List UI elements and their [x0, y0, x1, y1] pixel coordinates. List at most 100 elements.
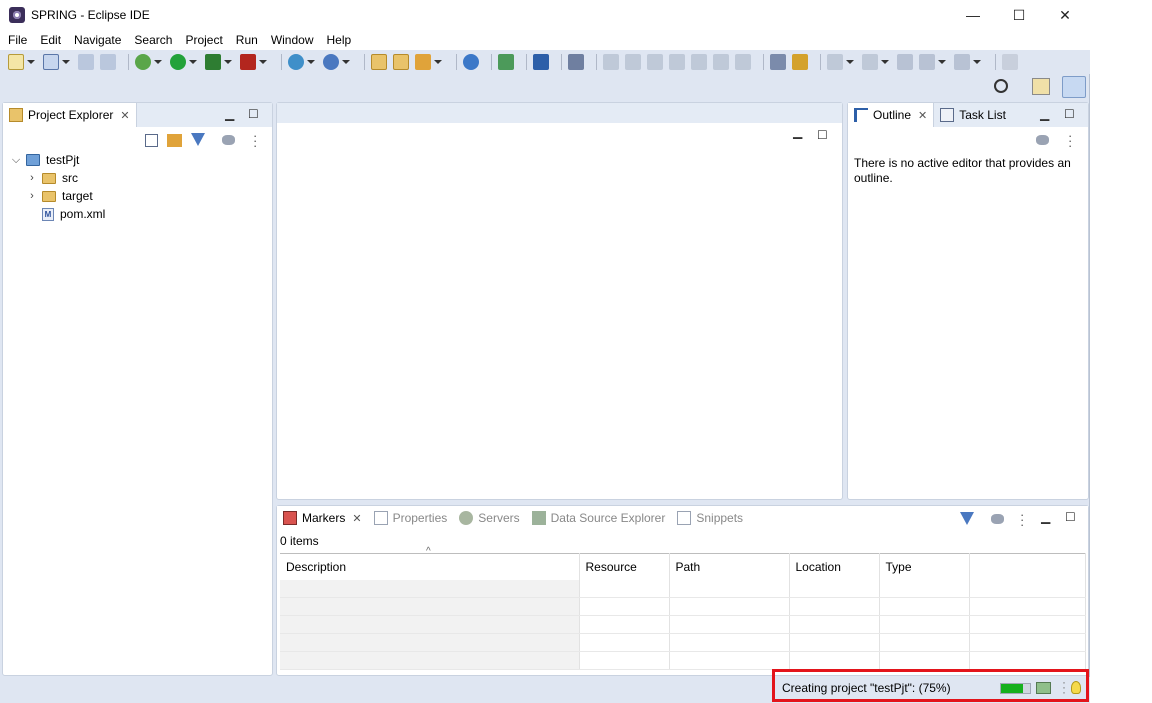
new-icon[interactable] [8, 54, 24, 70]
coverage-icon[interactable] [205, 54, 221, 70]
new-java-class-dropdown-arrow[interactable] [342, 60, 350, 64]
tab-snippets[interactable]: Snippets [671, 506, 749, 530]
maximize-view-icon[interactable]: ☐ [248, 107, 259, 121]
focus-task-icon[interactable] [991, 514, 1004, 524]
tab-servers[interactable]: Servers [453, 506, 525, 530]
open-type-icon[interactable] [371, 54, 387, 70]
column-resource[interactable]: Resource [579, 553, 670, 580]
filter-icon[interactable] [960, 512, 974, 525]
open-task-icon[interactable] [393, 54, 409, 70]
search-tool-icon[interactable] [415, 54, 431, 70]
filter-icon[interactable] [191, 133, 205, 146]
previous-edit-icon[interactable] [862, 54, 878, 70]
debug-dropdown-arrow[interactable] [154, 60, 162, 64]
toggle-breakpoint-icon[interactable] [568, 54, 584, 70]
maximize-view-icon[interactable]: ☐ [1064, 107, 1075, 121]
view-menu-icon[interactable]: · · · [1020, 508, 1024, 531]
close-icon[interactable]: ✕ [120, 109, 129, 122]
pin-editor-icon[interactable] [1002, 54, 1018, 70]
coverage-dropdown-arrow[interactable] [224, 60, 232, 64]
tab-outline[interactable]: Outline ✕ [848, 103, 935, 127]
collapsed-chevron-icon[interactable]: › [27, 190, 37, 202]
search-icon[interactable] [994, 79, 1008, 93]
expanded-chevron-icon[interactable]: ⌵ [11, 154, 21, 167]
menu-edit[interactable]: Edit [40, 33, 61, 47]
next-edit-icon[interactable] [827, 54, 843, 70]
menu-navigate[interactable]: Navigate [74, 33, 121, 47]
web-browser-icon[interactable] [463, 54, 479, 70]
progress-view-icon[interactable] [1036, 682, 1051, 694]
tree-item-target[interactable]: › target [27, 187, 93, 205]
toggle-occurrences-icon[interactable] [770, 54, 786, 70]
minimize-button[interactable]: — [950, 0, 996, 30]
new-java-class-icon[interactable] [323, 54, 339, 70]
back-dropdown-arrow[interactable] [938, 60, 946, 64]
suspend-icon[interactable] [625, 54, 641, 70]
terminate-icon[interactable] [647, 54, 663, 70]
close-button[interactable]: ✕ [1042, 0, 1088, 30]
step-over-icon[interactable] [713, 54, 729, 70]
forward-dropdown-arrow[interactable] [973, 60, 981, 64]
collapsed-chevron-icon[interactable]: › [27, 172, 37, 184]
tree-item-src[interactable]: › src [27, 169, 78, 187]
minimize-view-icon[interactable]: ▁ [793, 125, 802, 139]
column-location[interactable]: Location [789, 553, 880, 580]
resume-icon[interactable] [603, 54, 619, 70]
debug-icon[interactable] [135, 54, 151, 70]
column-type[interactable]: Type [879, 553, 970, 580]
next-edit-dropdown-arrow[interactable] [846, 60, 854, 64]
spring-perspective-icon[interactable] [1062, 76, 1086, 98]
external-tools-dropdown-arrow[interactable] [259, 60, 267, 64]
tree-item-project[interactable]: ⌵ testPjt [11, 151, 80, 169]
save-all-icon[interactable] [100, 54, 116, 70]
skip-breakpoints-icon[interactable] [498, 54, 514, 70]
maximize-button[interactable]: ☐ [996, 0, 1042, 30]
tab-data-source-explorer[interactable]: Data Source Explorer [526, 506, 672, 530]
link-with-editor-icon[interactable] [167, 134, 182, 147]
new-server-icon[interactable] [43, 54, 59, 70]
run-dropdown-arrow[interactable] [189, 60, 197, 64]
tab-markers[interactable]: Markers ✕ [277, 506, 368, 530]
menu-search[interactable]: Search [134, 33, 172, 47]
open-perspective-icon[interactable] [1032, 78, 1050, 95]
menu-help[interactable]: Help [327, 33, 352, 47]
maximize-view-icon[interactable]: ☐ [817, 128, 828, 142]
new-dropdown-arrow[interactable] [27, 60, 35, 64]
view-menu-icon[interactable]: · · · [1068, 129, 1072, 152]
column-path[interactable]: Path [669, 553, 790, 580]
menu-run[interactable]: Run [236, 33, 258, 47]
step-into-icon[interactable] [691, 54, 707, 70]
minimize-view-icon[interactable]: ▁ [1041, 510, 1050, 524]
focus-task-icon[interactable] [222, 135, 235, 145]
progress-bar[interactable] [1000, 683, 1031, 694]
tab-project-explorer[interactable]: Project Explorer ✕ [3, 103, 137, 127]
menu-file[interactable]: File [8, 33, 27, 47]
minimize-view-icon[interactable]: ▁ [1040, 107, 1049, 121]
view-menu-icon[interactable]: · · · [253, 129, 257, 152]
focus-task-icon[interactable] [1036, 135, 1049, 145]
previous-edit-dropdown-arrow[interactable] [881, 60, 889, 64]
external-tools-icon[interactable] [240, 54, 256, 70]
minimize-view-icon[interactable]: ▁ [225, 107, 234, 121]
next-annotation-icon[interactable] [792, 54, 808, 70]
new-server-dropdown-arrow[interactable] [62, 60, 70, 64]
menu-window[interactable]: Window [271, 33, 314, 47]
last-edit-location-icon[interactable] [897, 54, 913, 70]
tab-task-list[interactable]: Task List [934, 103, 1012, 127]
tree-item-pom[interactable]: M pom.xml [27, 205, 105, 223]
new-spring-icon[interactable] [288, 54, 304, 70]
close-icon[interactable]: ✕ [918, 109, 927, 122]
forward-icon[interactable] [954, 54, 970, 70]
collapse-all-icon[interactable] [145, 134, 158, 147]
search-dropdown-arrow[interactable] [434, 60, 442, 64]
tab-properties[interactable]: Properties [368, 506, 454, 530]
close-icon[interactable]: ✕ [352, 512, 361, 525]
menu-project[interactable]: Project [185, 33, 222, 47]
run-icon[interactable] [170, 54, 186, 70]
console-icon[interactable] [533, 54, 549, 70]
lightbulb-icon[interactable] [1071, 681, 1081, 694]
maximize-view-icon[interactable]: ☐ [1065, 510, 1076, 524]
save-icon[interactable] [78, 54, 94, 70]
step-return-icon[interactable] [735, 54, 751, 70]
back-icon[interactable] [919, 54, 935, 70]
